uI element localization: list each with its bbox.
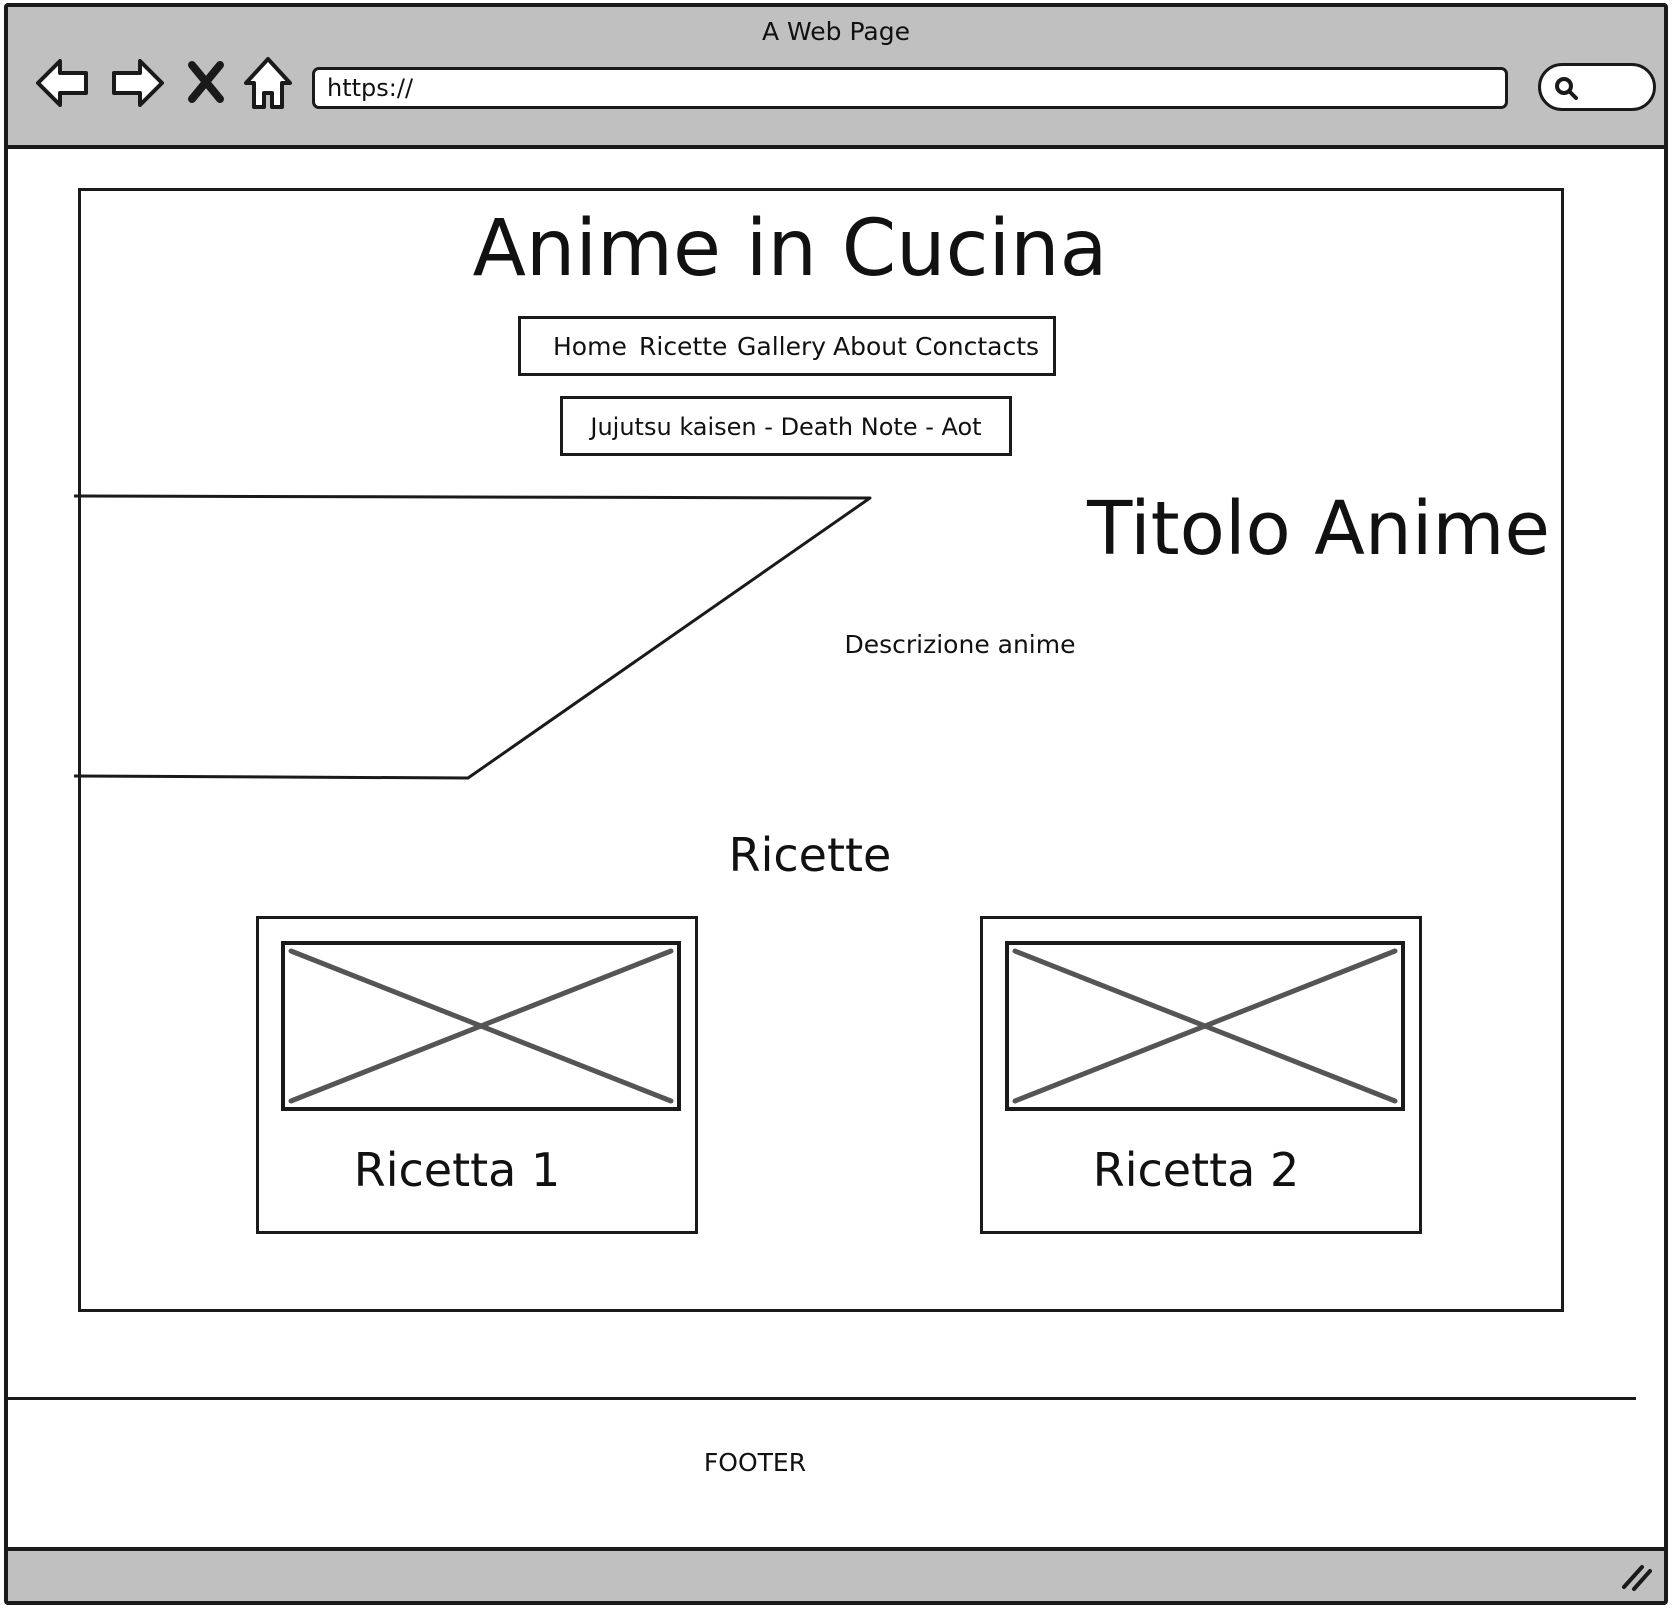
recipe-card-label: Ricetta 2 [1092,1143,1300,1197]
image-placeholder-icon [1012,948,1398,1104]
image-placeholder-icon [288,948,674,1104]
recipe-card-2[interactable]: Ricetta 2 [980,916,1422,1234]
image-placeholder [281,941,681,1111]
anime-title: Titolo Anime [1087,486,1550,572]
anime-description: Descrizione anime [844,630,1076,659]
recipe-card-label: Ricetta 1 [353,1143,561,1197]
footer-text: FOOTER [703,1448,807,1477]
footer-divider [8,1397,1636,1400]
recipe-card-1[interactable]: Ricetta 1 [256,916,698,1234]
image-placeholder [1005,941,1405,1111]
hero-image-shape [73,494,872,780]
recipes-section-title: Ricette [728,828,892,882]
